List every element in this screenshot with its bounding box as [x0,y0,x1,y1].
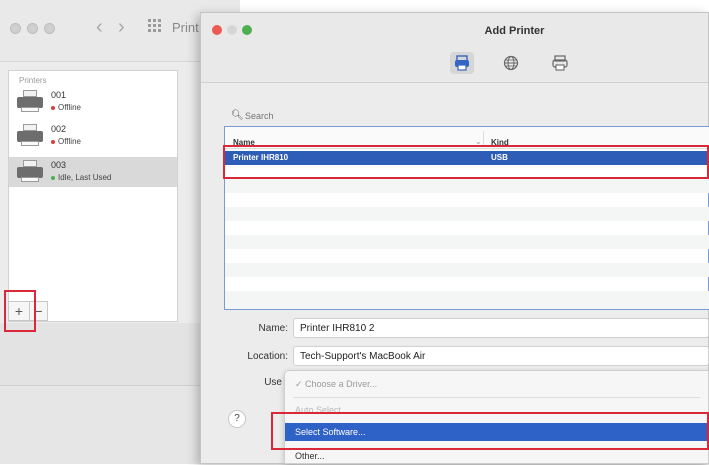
status-dot-icon [51,105,55,110]
grid-view-icon[interactable] [148,19,162,33]
default-printer-tab[interactable] [450,52,474,74]
search-field[interactable]: 🔍︎ [225,109,709,125]
table-row-selected[interactable]: Printer IHR810 USB [225,151,709,165]
details-panel-lower [0,385,200,464]
table-row [225,263,709,277]
status-dot-icon [51,175,55,180]
location-label: Location: [247,351,288,362]
printer-row-001[interactable]: 001 Offline [9,87,177,117]
help-button[interactable]: ? [228,410,246,428]
printer-name: 002 [51,124,67,134]
dialog-title: Add Printer [484,25,545,37]
default-printer-icon [455,55,469,71]
driver-dropdown-menu[interactable]: ✓ Choose a Driver... Auto Select Select … [284,370,709,464]
window-title: Print [172,20,199,35]
column-header-kind[interactable]: Kind [491,138,509,147]
status-dot-icon [51,139,55,144]
zoom-button-inactive[interactable] [44,23,55,34]
ip-globe-icon [503,55,519,71]
printer-status: Offline [51,137,81,146]
minimize-button-inactive[interactable] [27,23,38,34]
location-field[interactable]: Tech-Support's MacBook Air [293,346,709,366]
table-header: Name ⌄ Kind [225,127,709,149]
add-printer-button[interactable]: + [10,302,28,320]
printer-table[interactable]: Name ⌄ Kind Printer IHR810 USB [224,126,709,310]
menu-item-select-software[interactable]: Select Software... [285,423,708,441]
printer-icon [17,90,43,114]
menu-item-other[interactable]: Other... [285,447,708,465]
menu-divider [293,397,700,398]
printer-row-002[interactable]: 002 Offline [9,121,177,151]
windows-printer-icon [552,55,568,71]
search-input[interactable] [245,109,445,123]
printer-name: 001 [51,90,67,100]
remove-printer-button[interactable]: − [29,302,47,320]
search-icon: 🔍︎ [231,110,244,121]
printer-icon [17,160,43,184]
list-heading: Printers [19,76,47,85]
printer-status: Offline [51,103,81,112]
close-button-inactive[interactable] [10,23,21,34]
printer-status: Idle, Last Used [51,173,111,182]
table-row [225,235,709,249]
menu-item-choose-driver[interactable]: ✓ Choose a Driver... [285,375,708,393]
table-row [225,179,709,193]
forward-chevron-icon[interactable]: › [118,15,125,39]
column-header-name[interactable]: Name [233,138,255,147]
ip-tab[interactable] [499,52,523,74]
menu-item-auto-select[interactable]: Auto Select [285,401,708,419]
printer-name: 003 [51,160,67,170]
dialog-toolbar: Add Printer [201,13,708,83]
sort-chevron-icon[interactable]: ⌄ [475,137,482,146]
windows-tab[interactable] [548,52,572,74]
table-row [225,291,709,309]
name-label: Name: [258,323,288,334]
printer-list[interactable]: Printers 001 Offline 002 Offline 003 Idl… [8,70,178,322]
column-divider [483,131,484,147]
add-remove-control: + − [8,301,48,321]
back-chevron-icon[interactable]: ‹ [96,15,103,39]
table-row [225,207,709,221]
row-printer-kind: USB [491,153,508,162]
row-printer-name: Printer IHR810 [233,153,289,162]
details-panel [0,323,200,385]
use-label: Use [264,377,282,388]
printer-row-003[interactable]: 003 Idle, Last Used [9,157,177,187]
name-field[interactable]: Printer IHR810 2 [293,318,709,338]
printer-icon [17,124,43,148]
